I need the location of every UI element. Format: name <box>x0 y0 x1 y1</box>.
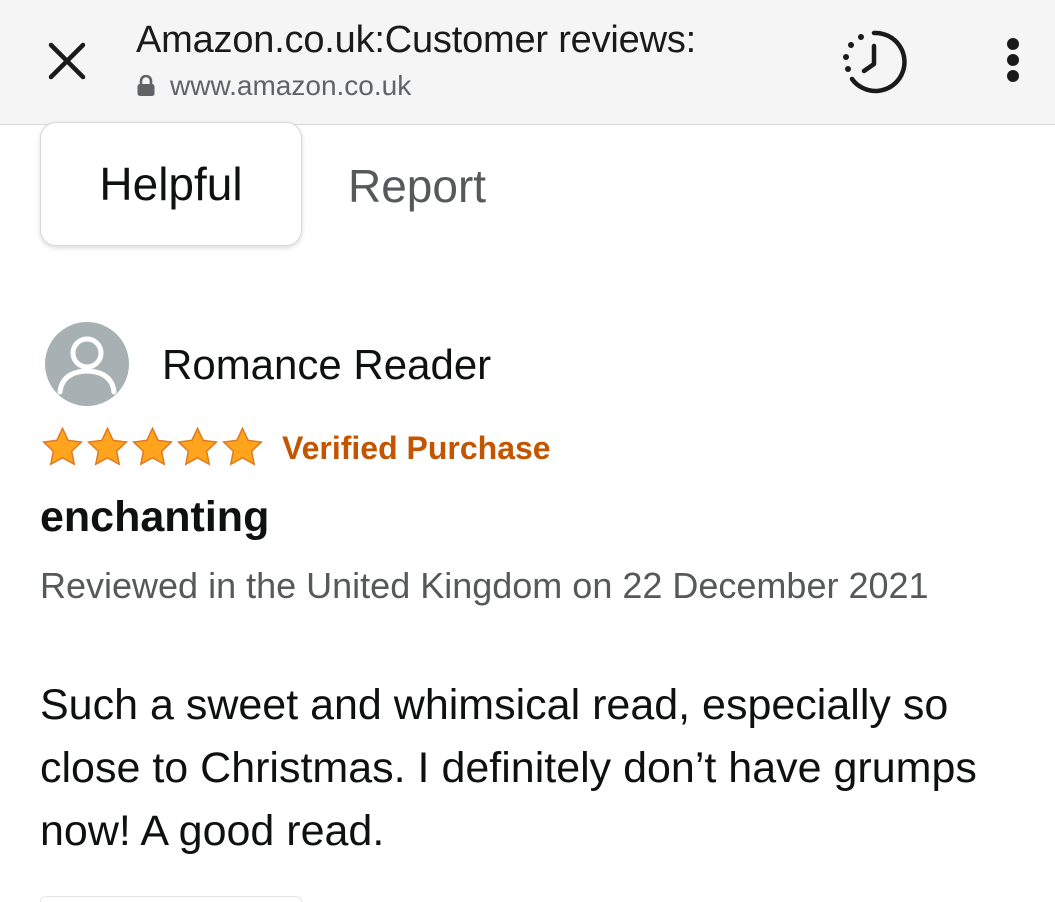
next-helpful-button-edge[interactable] <box>40 896 302 902</box>
review-date: Reviewed in the United Kingdom on 22 Dec… <box>40 565 929 606</box>
star-icon <box>221 426 264 466</box>
report-link[interactable]: Report <box>348 156 486 216</box>
history-clock-icon[interactable] <box>838 26 910 98</box>
user-silhouette-icon <box>57 336 117 395</box>
review-title: enchanting <box>40 493 270 541</box>
star-icon <box>41 426 84 466</box>
page-title: Amazon.co.uk:Customer reviews: <box>136 19 696 61</box>
star-icon <box>131 426 174 466</box>
star-rating <box>40 425 265 469</box>
avatar <box>45 322 129 406</box>
close-icon[interactable] <box>38 32 96 90</box>
star-icon <box>176 426 219 466</box>
review-body: Such a sweet and whimsical read, especia… <box>40 681 977 855</box>
reviewer-name[interactable]: Romance Reader <box>162 338 491 392</box>
url-text: www.amazon.co.uk <box>170 70 412 101</box>
star-icon <box>86 426 129 466</box>
verified-purchase-badge: Verified Purchase <box>282 430 551 466</box>
title-block: Amazon.co.uk:Customer reviews: www.amazo… <box>136 16 816 103</box>
browser-toolbar: Amazon.co.uk:Customer reviews: www.amazo… <box>0 0 1055 125</box>
url-row[interactable]: www.amazon.co.uk <box>136 69 816 103</box>
lock-icon <box>136 74 156 97</box>
helpful-button[interactable]: Helpful <box>40 122 302 246</box>
more-vert-icon[interactable] <box>990 30 1036 90</box>
